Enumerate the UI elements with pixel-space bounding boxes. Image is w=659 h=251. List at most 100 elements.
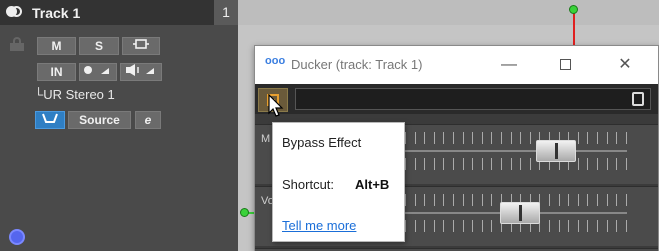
daw-window: Track 1 1 M S IN └UR Stereo 1 Source e o…: [0, 0, 659, 251]
fader-tick: [597, 220, 598, 232]
track-color-icon[interactable]: [11, 231, 23, 243]
fader-tick: [558, 194, 560, 206]
fader-tick: [424, 220, 426, 232]
fader-tick: [529, 158, 531, 170]
mouse-cursor-icon: [268, 94, 284, 117]
fader-tick: [501, 132, 502, 144]
fader-tick: [597, 194, 598, 206]
plugin-app-icon: ooo: [265, 55, 286, 67]
automation-point[interactable]: [240, 208, 249, 217]
fader-track[interactable]: [405, 150, 627, 152]
input-button[interactable]: IN: [37, 63, 76, 81]
fader-tick: [424, 158, 426, 170]
fader-tick: [625, 132, 627, 144]
plugin-titlebar[interactable]: ooo Ducker (track: Track 1) — ✕: [255, 46, 658, 84]
bypass-tooltip: Bypass Effect Shortcut: Alt+B Tell me mo…: [272, 122, 405, 242]
channel-icon: [133, 39, 149, 49]
output-routing[interactable]: └UR Stereo 1: [34, 87, 115, 102]
fader-tick: [606, 220, 608, 232]
filter-icon: [42, 113, 58, 123]
fader-tick: [529, 132, 531, 144]
fader-tick: [510, 158, 512, 170]
fader-scale: [405, 158, 627, 172]
tooltip-shortcut-key: Alt+B: [355, 177, 390, 192]
edit-button[interactable]: e: [135, 111, 161, 129]
fader-tick: [405, 194, 406, 206]
fader-tick: [491, 194, 493, 206]
tooltip-shortcut-label: Shortcut:: [282, 177, 335, 192]
automation-point[interactable]: [569, 5, 578, 14]
fader-tick: [433, 220, 435, 232]
solo-button[interactable]: S: [79, 37, 119, 55]
parameter-label: M: [261, 133, 271, 145]
minimize-button[interactable]: —: [489, 52, 529, 78]
fader-tick: [453, 158, 454, 170]
fader-tick: [616, 194, 618, 206]
fader-tick: [616, 220, 618, 232]
fader-tick: [405, 158, 406, 170]
fader-tick: [568, 194, 570, 206]
tell-me-more-link[interactable]: Tell me more: [282, 218, 356, 233]
fader-tick: [568, 220, 570, 232]
playhead-line: [573, 10, 575, 46]
fader-tick: [405, 220, 406, 232]
fader-tick: [606, 132, 608, 144]
fader-tick: [616, 132, 618, 144]
fader-tick: [587, 194, 589, 206]
fader-tick: [558, 220, 560, 232]
fader-tick: [433, 132, 435, 144]
fader-tick: [577, 220, 579, 232]
fader-tick: [491, 132, 493, 144]
fader-tick: [491, 158, 493, 170]
maximize-button[interactable]: [545, 52, 585, 78]
fader-tick: [453, 220, 454, 232]
fader-tick: [510, 132, 512, 144]
fader-tick: [414, 132, 416, 144]
record-icon: [84, 66, 109, 74]
fader-tick: [577, 158, 579, 170]
channel-settings-button[interactable]: [122, 37, 160, 55]
fader-tick: [481, 158, 483, 170]
track-panel: Track 1 1 M S IN └UR Stereo 1 Source e: [0, 0, 238, 251]
fader-tick: [616, 158, 618, 170]
speaker-icon: [126, 64, 154, 76]
fader-tick: [481, 220, 483, 232]
fader-tick: [549, 194, 550, 206]
fader-tick: [625, 158, 627, 170]
fader-tick: [443, 158, 445, 170]
record-arm-button[interactable]: [79, 63, 117, 81]
parameter-fader[interactable]: [536, 140, 577, 162]
fader-tick: [414, 220, 416, 232]
lock-icon[interactable]: [10, 37, 24, 51]
close-button[interactable]: ✕: [605, 52, 645, 78]
fader-tick: [443, 220, 445, 232]
preset-menu-icon[interactable]: [632, 92, 644, 106]
preset-field[interactable]: [295, 88, 651, 110]
fader-tick: [414, 158, 416, 170]
fader-tick: [577, 132, 579, 144]
fader-tick: [520, 132, 522, 144]
track-header[interactable]: Track 1 1: [0, 0, 238, 25]
monitor-button[interactable]: [120, 63, 162, 81]
timeline-ruler[interactable]: [238, 0, 659, 25]
fader-tick: [433, 194, 435, 206]
fader-tick: [587, 132, 589, 144]
fader-tick: [405, 132, 406, 144]
fader-tick: [462, 194, 464, 206]
track-name[interactable]: Track 1: [32, 5, 80, 21]
fader-tick: [587, 158, 589, 170]
parameter-fader[interactable]: [499, 202, 540, 224]
fader-tick: [472, 220, 474, 232]
fader-tick: [587, 220, 589, 232]
fader-tick: [424, 194, 426, 206]
fader-tick: [443, 132, 445, 144]
source-button[interactable]: Source: [68, 111, 131, 129]
fader-tick: [433, 158, 435, 170]
editor-button[interactable]: [35, 111, 65, 129]
fader-tick: [597, 132, 598, 144]
mute-button[interactable]: M: [37, 37, 76, 55]
fader-tick: [443, 194, 445, 206]
track-type-icon: [6, 6, 22, 18]
fader-tick: [472, 132, 474, 144]
fader-tick: [491, 220, 493, 232]
